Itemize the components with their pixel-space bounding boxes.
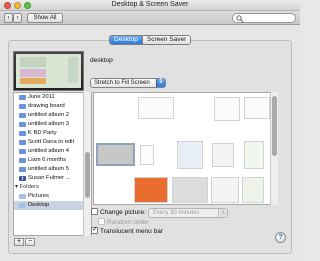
photo-album-icon [19, 149, 26, 154]
picture-thumbnail[interactable] [214, 97, 240, 121]
list-item[interactable]: f Susan Fulmer ... [14, 174, 84, 183]
sidebar-scroll-thumb[interactable] [85, 152, 90, 198]
picture-thumbnail[interactable] [211, 177, 239, 203]
change-picture-checkbox[interactable] [91, 207, 98, 215]
picture-thumbnail[interactable] [244, 97, 270, 119]
list-item[interactable]: untitled album 3 [14, 120, 84, 129]
facebook-icon: f [19, 176, 26, 181]
back-button[interactable]: ‹ [4, 13, 13, 23]
toolbar: ‹ › Show All [0, 11, 300, 25]
forward-button[interactable]: › [13, 13, 22, 23]
photo-album-icon [19, 113, 26, 118]
search-field[interactable] [232, 13, 296, 23]
remove-button[interactable]: − [25, 238, 35, 246]
photo-album-icon [19, 122, 26, 127]
photo-album-icon [19, 167, 26, 172]
random-order-option[interactable]: Random order [98, 217, 149, 227]
title-bar: Desktop & Screen Saver [0, 0, 300, 11]
picture-thumbnail[interactable] [140, 145, 154, 165]
picture-thumbnail[interactable] [134, 177, 168, 203]
show-all-button[interactable]: Show All [27, 13, 63, 23]
grid-scroll-thumb[interactable] [272, 96, 277, 156]
picture-thumbnail[interactable] [96, 143, 135, 166]
help-button[interactable]: ? [275, 232, 286, 243]
photo-album-icon [19, 95, 26, 100]
list-item[interactable]: K BD Party [14, 129, 84, 138]
source-list: June 2011 drawing board untitled album 2… [13, 92, 92, 236]
translucent-menu-bar-option[interactable]: Translucent menu bar [91, 225, 163, 236]
tab-desktop[interactable]: Desktop [110, 36, 142, 44]
folder-icon [19, 203, 26, 208]
list-item[interactable]: Scott Dana to edit [14, 138, 84, 147]
chevron-updown-icon: ⇕ [218, 209, 227, 217]
current-desktop-name: desktop [90, 57, 113, 64]
list-item[interactable]: drawing board [14, 102, 84, 111]
list-item[interactable]: Liam 6 months [14, 156, 84, 165]
list-item[interactable]: Pictures [14, 192, 84, 201]
window-title: Desktop & Screen Saver [111, 1, 189, 8]
list-item[interactable]: untitled album 2 [14, 111, 84, 120]
list-item[interactable]: untitled album 5 [14, 165, 84, 174]
interval-value: Every 30 minutes [153, 210, 200, 216]
picture-thumbnail[interactable] [242, 177, 264, 203]
list-item[interactable]: untitled album 4 [14, 147, 84, 156]
photo-album-icon [19, 140, 26, 145]
list-item-selected[interactable]: Desktop [14, 201, 84, 210]
change-picture-option[interactable]: Change picture: [91, 207, 146, 217]
interval-select[interactable]: Every 30 minutes ⇕ [148, 208, 228, 218]
picture-thumbnail[interactable] [244, 141, 264, 169]
add-button[interactable]: + [14, 238, 24, 246]
photo-album-icon [19, 158, 26, 163]
tab-bar: Desktop Screen Saver [109, 35, 192, 45]
picture-thumbnail[interactable] [138, 97, 174, 119]
folder-icon [19, 194, 26, 199]
picture-thumbnail[interactable] [212, 143, 234, 167]
chevron-updown-icon [156, 78, 165, 87]
random-order-checkbox[interactable] [98, 217, 105, 225]
preferences-window: Desktop & Screen Saver ‹ › Show All Desk… [0, 0, 300, 261]
photo-album-icon [19, 104, 26, 109]
preview-image [16, 54, 81, 88]
tab-screen-saver[interactable]: Screen Saver [141, 36, 191, 44]
sidebar-scrollbar[interactable] [83, 92, 91, 236]
grid-scrollbar[interactable] [270, 92, 278, 205]
picture-grid [93, 92, 278, 205]
picture-thumbnail[interactable] [177, 141, 203, 169]
list-item[interactable]: June 2011 [14, 93, 84, 102]
picture-thumbnail[interactable] [172, 177, 208, 203]
translucent-menu-bar-checkbox[interactable] [91, 225, 98, 234]
photo-album-icon [19, 131, 26, 136]
folders-section-header[interactable]: ▾ Folders [15, 183, 39, 192]
search-icon [236, 15, 244, 23]
current-desktop-preview [13, 51, 84, 91]
fill-mode-select[interactable]: Stretch to Fill Screen [90, 78, 166, 88]
fill-mode-value: Stretch to Fill Screen [94, 80, 150, 86]
